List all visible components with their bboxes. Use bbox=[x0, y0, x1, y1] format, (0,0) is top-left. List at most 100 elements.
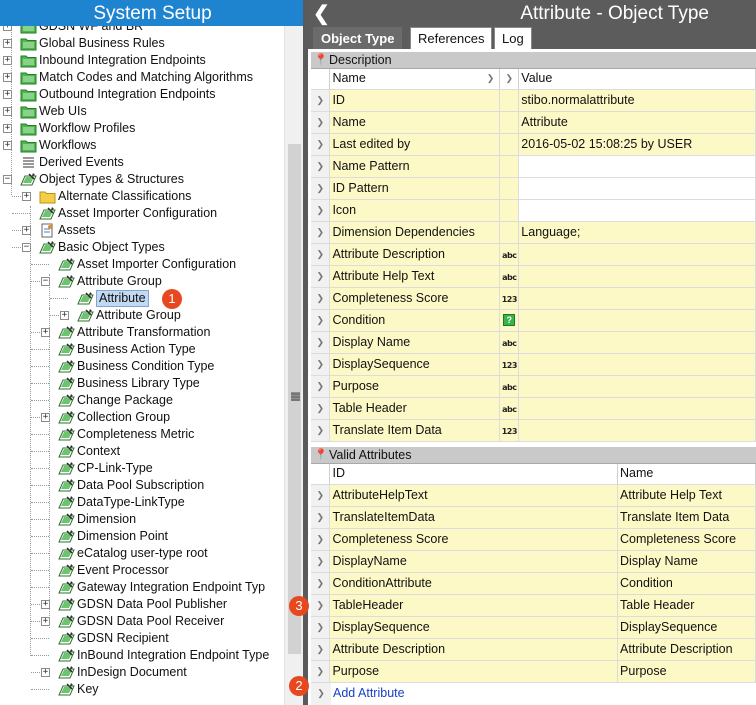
tree-node[interactable]: GDSN Recipient bbox=[0, 630, 284, 647]
tree-node[interactable]: + Inbound Integration Endpoints bbox=[0, 52, 284, 69]
tree-node[interactable]: + Attribute Transformation bbox=[0, 324, 284, 341]
row-expander-icon[interactable]: ❯ bbox=[311, 419, 331, 442]
tree-node[interactable]: + Match Codes and Matching Algorithms bbox=[0, 69, 284, 86]
expand-icon[interactable]: + bbox=[60, 311, 69, 320]
row-expander-icon[interactable]: ❯ bbox=[311, 265, 331, 288]
row-expander-icon[interactable]: ❯ bbox=[311, 397, 331, 420]
table-row[interactable]: ❯ TableHeader Table Header bbox=[311, 594, 756, 617]
tree-node[interactable]: − Object Types & Structures bbox=[0, 171, 284, 188]
row-value[interactable] bbox=[518, 419, 756, 442]
row-expander-icon[interactable]: ❯ bbox=[311, 243, 331, 266]
add-attribute-link[interactable]: Add Attribute bbox=[333, 683, 405, 704]
table-row[interactable]: ❯ Translate Item Data 123 bbox=[311, 419, 756, 442]
row-value[interactable] bbox=[518, 309, 756, 332]
tab-references[interactable]: References bbox=[410, 27, 493, 49]
tree-node[interactable]: Business Library Type bbox=[0, 375, 284, 392]
table-row[interactable]: ❯ Name Pattern bbox=[311, 155, 756, 178]
tree-node[interactable]: DataType-LinkType bbox=[0, 494, 284, 511]
row-expander-icon[interactable]: ❯ bbox=[311, 177, 331, 200]
tree-node[interactable]: Change Package bbox=[0, 392, 284, 409]
tree-node[interactable]: Asset Importer Configuration bbox=[0, 205, 284, 222]
row-expander-icon[interactable]: ❯ bbox=[311, 660, 331, 683]
row-expander-icon[interactable]: ❯ bbox=[311, 155, 331, 178]
valid-attributes-section-header[interactable]: 📍 Valid Attributes bbox=[311, 447, 756, 464]
pin-icon[interactable]: 📍 bbox=[314, 52, 328, 69]
tree-node[interactable]: + Global Business Rules bbox=[0, 35, 284, 52]
row-value[interactable] bbox=[518, 287, 756, 310]
row-expander-icon[interactable]: ❯ bbox=[311, 221, 331, 244]
tree-node[interactable]: + Attribute Group bbox=[0, 307, 284, 324]
row-expander-icon[interactable]: ❯ bbox=[311, 550, 331, 573]
table-row[interactable]: ❯ Completeness Score 123 bbox=[311, 287, 756, 310]
row-expander-icon[interactable]: ❯ bbox=[311, 331, 331, 354]
row-expander-icon[interactable]: ❯ bbox=[311, 309, 331, 332]
table-row[interactable]: ❯ AttributeHelpText Attribute Help Text bbox=[311, 484, 756, 507]
table-row[interactable]: ❯ Last edited by 2016-05-02 15:08:25 by US… bbox=[311, 133, 756, 156]
expand-icon[interactable]: + bbox=[22, 192, 31, 201]
tree-node[interactable]: + Outbound Integration Endpoints bbox=[0, 86, 284, 103]
tree-node[interactable]: Key bbox=[0, 681, 284, 698]
tree-node[interactable]: + InDesign Document bbox=[0, 664, 284, 681]
table-row[interactable]: ❯ Attribute Help Text abc bbox=[311, 265, 756, 288]
column-header-id[interactable]: ID bbox=[329, 464, 619, 485]
tree-node[interactable]: Dimension bbox=[0, 511, 284, 528]
table-row[interactable]: ❯ Condition? bbox=[311, 309, 756, 332]
row-value[interactable] bbox=[518, 397, 756, 420]
row-expander-icon[interactable]: ❯ bbox=[311, 594, 331, 617]
row-expander-icon[interactable]: ❯ bbox=[311, 353, 331, 376]
table-row[interactable]: ❯ TranslateItemData Translate Item Data bbox=[311, 506, 756, 529]
tab-log[interactable]: Log bbox=[494, 27, 532, 49]
table-row[interactable]: ❯ Attribute Description abc bbox=[311, 243, 756, 266]
column-header-name[interactable]: Name bbox=[617, 464, 756, 485]
row-expander-icon[interactable]: ❯ bbox=[311, 484, 331, 507]
row-expander-icon[interactable]: ❯ bbox=[311, 287, 331, 310]
row-value[interactable] bbox=[518, 331, 756, 354]
table-row[interactable]: ❯ Dimension Dependencies Language; bbox=[311, 221, 756, 244]
table-row[interactable]: ❯ Completeness Score Completeness Score bbox=[311, 528, 756, 551]
row-expander-icon[interactable]: ❯ bbox=[311, 133, 331, 156]
tree-node[interactable]: + Workflows bbox=[0, 137, 284, 154]
column-header-value[interactable]: Value bbox=[518, 69, 756, 90]
tree-node[interactable]: InBound Integration Endpoint Type bbox=[0, 647, 284, 664]
tree-node[interactable]: Derived Events bbox=[0, 154, 284, 171]
tree-node[interactable]: Dimension Point bbox=[0, 528, 284, 545]
tree-node[interactable]: Context bbox=[0, 443, 284, 460]
row-value[interactable]: stibo.normalattribute bbox=[518, 89, 756, 112]
row-expander-icon[interactable]: ❯ bbox=[311, 199, 331, 222]
table-row[interactable]: ❯ Purpose Purpose bbox=[311, 660, 756, 683]
tree-node[interactable]: + Alternate Classifications bbox=[0, 188, 284, 205]
tree-node[interactable]: + Assets bbox=[0, 222, 284, 239]
expand-icon[interactable]: + bbox=[3, 26, 12, 31]
row-value[interactable]: Language; bbox=[518, 221, 756, 244]
pin-icon[interactable]: 📍 bbox=[314, 447, 328, 464]
table-row[interactable]: ❯ DisplaySequence 123 bbox=[311, 353, 756, 376]
tree-node[interactable]: Business Action Type bbox=[0, 341, 284, 358]
row-value[interactable]: Attribute bbox=[518, 111, 756, 134]
tree-node[interactable]: + Collection Group bbox=[0, 409, 284, 426]
table-row[interactable]: ❯ Icon bbox=[311, 199, 756, 222]
scrollbar-thumb[interactable]: ▬ ▬ ▬ bbox=[288, 144, 301, 654]
table-row[interactable]: ❯ DisplaySequence DisplaySequence bbox=[311, 616, 756, 639]
tree-node[interactable]: CP-Link-Type bbox=[0, 460, 284, 477]
row-expander-icon[interactable]: ❯ bbox=[311, 506, 331, 529]
row-value[interactable] bbox=[518, 155, 756, 178]
row-expander-icon[interactable]: ❯ bbox=[311, 616, 331, 639]
tree-node[interactable]: + GDSN WF and BR bbox=[0, 26, 284, 35]
tree-node[interactable]: eCatalog user-type root bbox=[0, 545, 284, 562]
row-value[interactable] bbox=[518, 177, 756, 200]
row-value[interactable] bbox=[518, 265, 756, 288]
row-expander-icon[interactable]: ❯ bbox=[311, 528, 331, 551]
tree-node[interactable]: + Web UIs bbox=[0, 103, 284, 120]
table-row[interactable]: ❯ DisplayName Display Name bbox=[311, 550, 756, 573]
table-row[interactable]: ❯ ConditionAttribute Condition bbox=[311, 572, 756, 595]
tree-node[interactable]: + GDSN Data Pool Publisher bbox=[0, 596, 284, 613]
table-row[interactable]: ❯ Attribute Description Attribute Descript… bbox=[311, 638, 756, 661]
chevron-left-icon[interactable]: ❮ bbox=[313, 0, 330, 28]
tree-node[interactable]: − Basic Object Types bbox=[0, 239, 284, 256]
column-header-type[interactable]: ❯ bbox=[499, 69, 520, 90]
table-row[interactable]: ❯ Display Name abc bbox=[311, 331, 756, 354]
tree-node[interactable]: Attribute bbox=[0, 290, 284, 307]
table-row[interactable]: ❯ ID stibo.normalattribute bbox=[311, 89, 756, 112]
tree-node[interactable]: Completeness Metric bbox=[0, 426, 284, 443]
tree-node[interactable]: Asset Importer Configuration bbox=[0, 256, 284, 273]
